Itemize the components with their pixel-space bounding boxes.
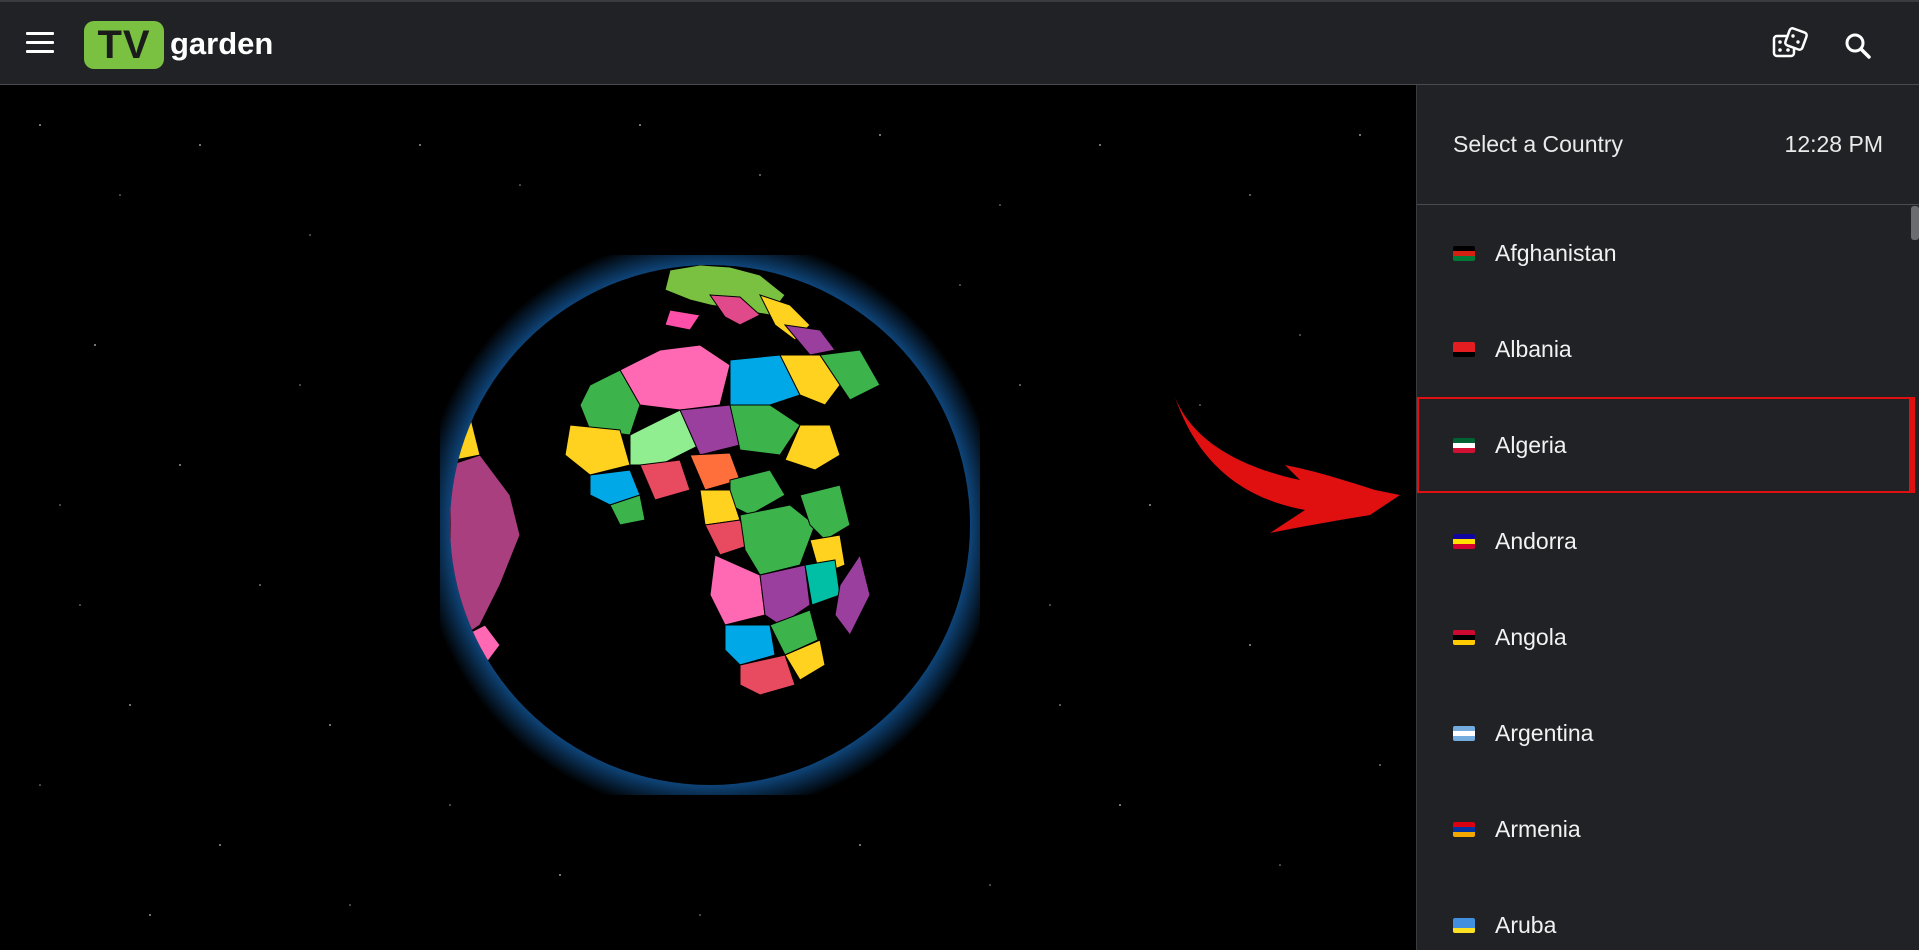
country-item-argentina[interactable]: Argentina [1417, 685, 1919, 781]
angola-flag-icon [1453, 629, 1475, 645]
search-icon[interactable] [1838, 26, 1878, 66]
country-name: Aruba [1495, 911, 1557, 938]
country-item-algeria[interactable]: Algeria [1417, 397, 1915, 493]
country-item-afghanistan[interactable]: Afghanistan [1417, 205, 1919, 301]
country-item-angola[interactable]: Angola [1417, 589, 1919, 685]
country-name: Algeria [1495, 431, 1567, 458]
country-name: Andorra [1495, 527, 1577, 554]
red-arrow-icon [1175, 397, 1400, 533]
afghanistan-flag-icon [1453, 245, 1475, 261]
country-panel: Select a Country 12:28 PM Afghanistan Al… [1416, 85, 1919, 950]
argentina-flag-icon [1453, 725, 1475, 741]
country-item-andorra[interactable]: Andorra [1417, 493, 1919, 589]
clock-time: 12:28 PM [1784, 131, 1883, 157]
earth-globe-icon[interactable] [420, 235, 1000, 815]
albania-flag-icon [1453, 341, 1475, 357]
globe-stage[interactable] [0, 85, 1416, 950]
logo-garden: garden [170, 26, 274, 61]
logo[interactable]: TV garden [84, 21, 273, 69]
panel-title: Select a Country [1453, 131, 1624, 157]
country-list: Afghanistan Albania Algeria Andorra Ango… [1417, 205, 1919, 950]
country-name: Angola [1495, 623, 1567, 650]
country-item-aruba[interactable]: Aruba [1417, 877, 1919, 950]
top-bar: TV garden [0, 0, 1919, 85]
panel-header: Select a Country 12:28 PM [1417, 85, 1919, 205]
country-name: Albania [1495, 335, 1572, 362]
hamburger-menu-icon[interactable] [26, 32, 56, 56]
country-item-albania[interactable]: Albania [1417, 301, 1919, 397]
algeria-flag-icon [1453, 437, 1475, 453]
andorra-flag-icon [1453, 533, 1475, 549]
aruba-flag-icon [1453, 917, 1475, 933]
dice-icon[interactable] [1770, 26, 1810, 66]
armenia-flag-icon [1453, 821, 1475, 837]
logo-tv: TV [84, 21, 164, 69]
country-name: Afghanistan [1495, 239, 1617, 266]
country-name: Argentina [1495, 719, 1594, 746]
country-item-armenia[interactable]: Armenia [1417, 781, 1919, 877]
country-name: Armenia [1495, 815, 1581, 842]
